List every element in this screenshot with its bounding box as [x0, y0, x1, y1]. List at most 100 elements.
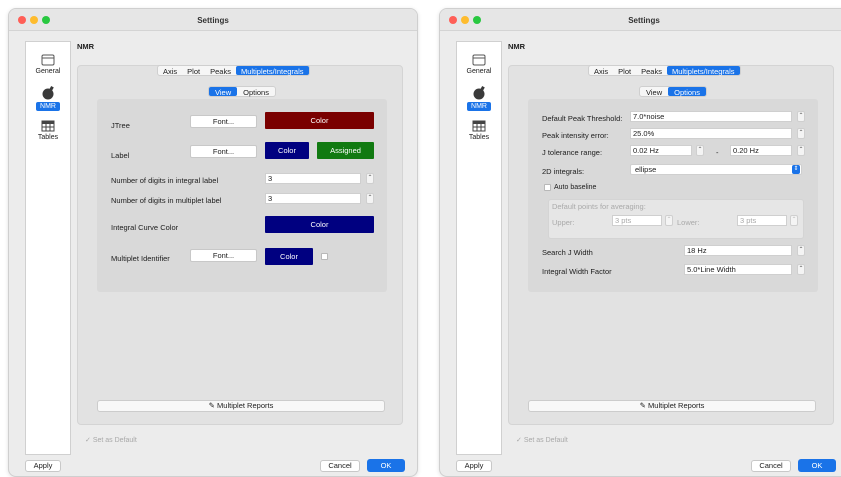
lower-input[interactable]: 3 pts: [737, 215, 787, 226]
apply-button[interactable]: Apply: [456, 460, 492, 472]
sidebar-item-nmr[interactable]: NMR: [457, 86, 501, 111]
jtree-label: JTree: [111, 121, 130, 130]
label-font-button[interactable]: Font...: [190, 145, 257, 158]
tab-plot[interactable]: Plot: [613, 66, 636, 76]
edit-icon: ✎: [208, 401, 215, 410]
set-as-default[interactable]: ✓ Set as Default: [516, 436, 568, 444]
sidebar-item-label: Tables: [37, 134, 59, 141]
sidebar-item-label: Tables: [468, 134, 490, 141]
subtab-options[interactable]: Options: [668, 87, 706, 97]
settings-window-options: Settings General NMR Tables NMR Axis Plo…: [439, 8, 841, 477]
apply-button[interactable]: Apply: [25, 460, 61, 472]
peak-intensity-stepper[interactable]: ⌃: [797, 128, 805, 139]
integral-curve-color-button[interactable]: Color: [265, 216, 374, 233]
j-tolerance-min-stepper[interactable]: ⌃: [696, 145, 704, 156]
integral-width-factor-label: Integral Width Factor: [542, 267, 612, 276]
tab-multiplets-integrals[interactable]: Multiplets/Integrals: [666, 66, 740, 76]
multiplet-identifier-color-button[interactable]: Color: [265, 248, 313, 265]
sidebar-item-general[interactable]: General: [457, 54, 501, 75]
sidebar: General NMR Tables: [25, 41, 71, 455]
j-tolerance-max-stepper[interactable]: ⌃: [797, 145, 805, 156]
label-color-button[interactable]: Color: [265, 142, 309, 159]
window-title: Settings: [197, 16, 229, 25]
section-heading: NMR: [508, 42, 526, 51]
j-tolerance-label: J tolerance range:: [542, 148, 603, 157]
sidebar-item-general[interactable]: General: [26, 54, 70, 75]
tab-axis[interactable]: Axis: [158, 66, 182, 76]
subtab-view[interactable]: View: [640, 87, 668, 97]
lower-stepper[interactable]: ⌃: [790, 215, 798, 226]
peak-threshold-stepper[interactable]: ⌃: [797, 111, 805, 122]
ok-button[interactable]: OK: [798, 459, 836, 472]
integral-curve-color-label: Integral Curve Color: [111, 223, 179, 232]
set-as-default-label: Set as Default: [523, 437, 568, 444]
nmr-bulb-icon: [473, 86, 485, 100]
digits-multiplet-stepper[interactable]: ⌃: [366, 193, 374, 204]
multiplet-reports-label: Multiplet Reports: [648, 401, 705, 410]
subtab-bar: View Options: [208, 86, 276, 97]
peak-intensity-label: Peak intensity error:: [542, 131, 609, 140]
digits-integral-label: Number of digits in integral label: [111, 176, 219, 185]
upper-stepper[interactable]: ⌃: [665, 215, 673, 226]
sidebar-item-tables[interactable]: Tables: [26, 120, 70, 141]
digits-integral-stepper[interactable]: ⌃: [366, 173, 374, 184]
set-as-default-label: Set as Default: [92, 437, 137, 444]
sidebar-item-label: General: [35, 68, 61, 75]
checkmark-icon: ✓: [516, 437, 522, 444]
j-tolerance-max-input[interactable]: 0.20 Hz: [730, 145, 792, 156]
multiplet-identifier-label: Multiplet Identifier: [111, 254, 170, 263]
sidebar-item-nmr[interactable]: NMR: [26, 86, 70, 111]
subtab-view[interactable]: View: [209, 87, 238, 97]
jtree-color-button[interactable]: Color: [265, 112, 374, 129]
edit-icon: ✎: [639, 401, 646, 410]
multiplet-reports-button[interactable]: ✎ Multiplet Reports: [528, 400, 816, 412]
settings-window-view: Settings General NMR Tables NMR Axis Plo…: [8, 8, 418, 477]
default-points-label: Default points for averaging:: [552, 202, 646, 211]
table-icon: [472, 120, 486, 132]
sidebar-item-tables[interactable]: Tables: [457, 120, 501, 141]
j-tolerance-separator: -: [716, 148, 719, 157]
jtree-font-button[interactable]: Font...: [190, 115, 257, 128]
search-j-width-stepper[interactable]: ⌃: [797, 245, 805, 256]
multiplet-identifier-font-button[interactable]: Font...: [190, 249, 257, 262]
cancel-button[interactable]: Cancel: [751, 460, 791, 472]
nmr-bulb-icon: [42, 86, 54, 100]
tab-multiplets-integrals[interactable]: Multiplets/Integrals: [235, 66, 309, 76]
digits-multiplet-label: Number of digits in multiplet label: [111, 196, 222, 205]
integrals-2d-select[interactable]: ellipse: [630, 164, 802, 175]
peak-intensity-input[interactable]: 25.0%: [630, 128, 792, 139]
tab-peaks[interactable]: Peaks: [636, 66, 667, 76]
lower-label: Lower:: [677, 218, 700, 227]
digits-multiplet-input[interactable]: 3: [265, 193, 361, 204]
tab-bar: Axis Plot Peaks Multiplets/Integrals: [157, 65, 310, 76]
subtab-options[interactable]: Options: [237, 87, 275, 97]
cancel-button[interactable]: Cancel: [320, 460, 360, 472]
label-label: Label: [111, 151, 130, 160]
window-title: Settings: [628, 16, 660, 25]
integral-width-factor-input[interactable]: 5.0*Line Width: [684, 264, 792, 275]
auto-baseline-checkbox[interactable]: [544, 184, 551, 191]
chevron-updown-icon[interactable]: ⇕: [792, 165, 800, 174]
integrals-2d-value: ellipse: [635, 165, 657, 174]
table-icon: [41, 120, 55, 132]
label-assigned-color-button[interactable]: Assigned: [317, 142, 374, 159]
j-tolerance-min-input[interactable]: 0.02 Hz: [630, 145, 692, 156]
multiplet-identifier-checkbox[interactable]: [321, 253, 328, 260]
tab-plot[interactable]: Plot: [182, 66, 205, 76]
peak-threshold-input[interactable]: 7.0*noise: [630, 111, 792, 122]
peak-threshold-label: Default Peak Threshold:: [542, 114, 623, 123]
integral-width-factor-stepper[interactable]: ⌃: [797, 264, 805, 275]
multiplet-reports-button[interactable]: ✎ Multiplet Reports: [97, 400, 385, 412]
tab-axis[interactable]: Axis: [589, 66, 613, 76]
ok-button[interactable]: OK: [367, 459, 405, 472]
window-icon: [472, 54, 486, 66]
upper-input[interactable]: 3 pts: [612, 215, 662, 226]
tab-peaks[interactable]: Peaks: [205, 66, 236, 76]
title-bar: Settings: [9, 9, 417, 31]
set-as-default[interactable]: ✓ Set as Default: [85, 436, 137, 444]
subtab-bar: View Options: [639, 86, 707, 97]
digits-integral-input[interactable]: 3: [265, 173, 361, 184]
search-j-width-input[interactable]: 18 Hz: [684, 245, 792, 256]
tab-bar: Axis Plot Peaks Multiplets/Integrals: [588, 65, 741, 76]
integrals-2d-label: 2D integrals:: [542, 167, 585, 176]
